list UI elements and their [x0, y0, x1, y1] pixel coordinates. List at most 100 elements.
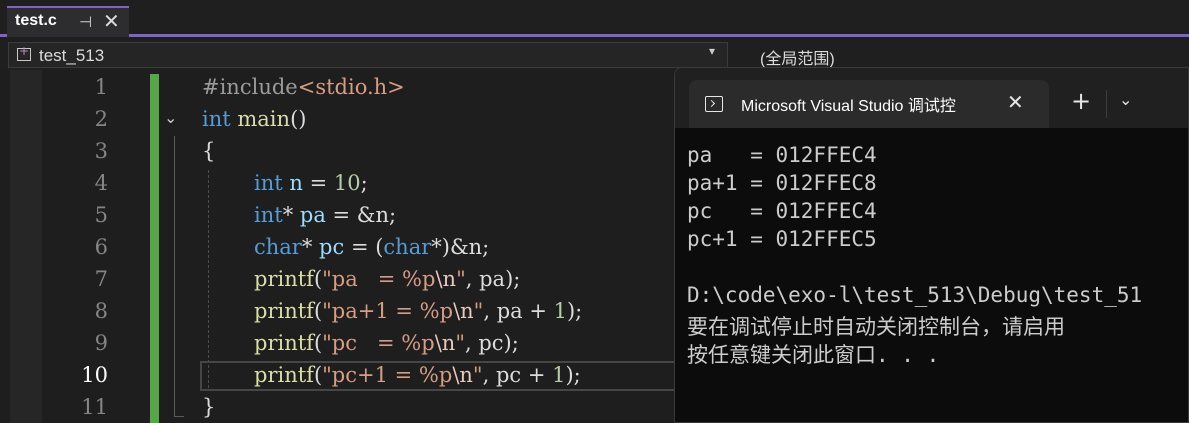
- console-title: Microsoft Visual Studio 调试控: [741, 98, 956, 115]
- project-dropdown[interactable]: test_513 ▾: [8, 42, 728, 68]
- variable: pc: [319, 235, 345, 259]
- code-text: =: [302, 171, 334, 195]
- code-text: *: [282, 203, 300, 227]
- function-name: printf: [254, 299, 314, 323]
- close-icon[interactable]: ✕: [103, 9, 120, 33]
- line-number: 7: [94, 267, 108, 291]
- project-name: test_513: [39, 46, 105, 65]
- code-text: (): [290, 107, 307, 131]
- code-line-7: printf("pa = %p\n", pa);: [254, 267, 520, 291]
- string-literal: ": [455, 331, 465, 355]
- code-line-5: int* pa = &n;: [254, 203, 396, 227]
- string-literal: ": [473, 299, 484, 323]
- glyph-margin: [10, 70, 42, 423]
- c-file-icon: [17, 44, 31, 61]
- keyword: char: [254, 235, 302, 259]
- document-tab-bar: test.c ⊣ ✕: [0, 0, 1189, 37]
- code-text: (: [313, 331, 323, 355]
- code-line-2: int main(): [202, 107, 306, 131]
- code-line-3: {: [202, 139, 215, 163]
- change-indicator-bar: [150, 74, 159, 423]
- new-tab-button[interactable]: +: [1071, 87, 1091, 115]
- function-name: printf: [254, 331, 314, 355]
- scope-guide-end: [174, 416, 184, 417]
- code-text: , pa +: [483, 299, 554, 323]
- fold-chevron-icon[interactable]: ⌄: [164, 108, 177, 127]
- code-text: *)&n;: [431, 235, 490, 259]
- string-literal: "pc = %p: [322, 331, 435, 355]
- tab-test-c[interactable]: test.c ⊣ ✕: [7, 6, 129, 37]
- console-output-line: 要在调试停止时自动关闭控制台，请启用: [687, 315, 1065, 339]
- include-header: <stdio.h>: [297, 75, 405, 99]
- line-number: 9: [94, 331, 108, 355]
- line-number: 6: [94, 235, 108, 259]
- line-number: 2: [94, 107, 108, 131]
- string-literal: "pc+1 = %p: [322, 363, 453, 387]
- console-output-line: pc = 012FFEC4: [687, 199, 877, 223]
- preprocessor: #include: [202, 75, 298, 99]
- indent-guide: [208, 170, 210, 388]
- code-line-4: int n = 10;: [254, 171, 368, 195]
- escape-sequence: \n: [435, 267, 457, 291]
- scope-guide: [174, 136, 176, 416]
- pin-icon[interactable]: ⊣: [79, 13, 92, 31]
- console-output-line: D:\code\exo-l\test_513\Debug\test_51: [687, 283, 1143, 307]
- divider: [1106, 90, 1107, 118]
- console-output-line: pc+1 = 012FFEC5: [687, 227, 877, 251]
- line-number: 4: [94, 171, 108, 195]
- console-tab[interactable]: Microsoft Visual Studio 调试控 ✕: [689, 80, 1049, 128]
- code-text: (: [313, 299, 323, 323]
- scope-dropdown[interactable]: (全局范围): [760, 45, 835, 69]
- line-number: 3: [94, 139, 108, 163]
- code-text: }: [202, 395, 216, 419]
- code-line-1: #include<stdio.h>: [202, 75, 405, 99]
- console-output-line: pa = 012FFEC4: [687, 143, 877, 167]
- code-line-10: printf("pc+1 = %p\n", pc + 1);: [254, 363, 581, 387]
- code-text: ;: [360, 171, 368, 195]
- terminal-icon: [705, 96, 723, 112]
- code-text: , pa);: [465, 267, 521, 291]
- keyword: char: [383, 235, 432, 259]
- line-number-active: 10: [81, 363, 108, 387]
- close-icon[interactable]: ✕: [1007, 90, 1024, 114]
- string-literal: "pa = %p: [322, 267, 436, 291]
- number: 1: [553, 299, 567, 323]
- line-number: 5: [94, 203, 108, 227]
- code-text: , pc);: [464, 331, 519, 355]
- variable: n: [282, 171, 303, 195]
- code-text: {: [202, 139, 216, 163]
- number: 10: [333, 171, 361, 195]
- chevron-down-icon[interactable]: ▾: [709, 44, 715, 58]
- escape-sequence: \n: [453, 299, 474, 323]
- string-literal: ": [472, 363, 483, 387]
- console-titlebar[interactable]: Microsoft Visual Studio 调试控 ✕ + ⌄: [675, 68, 1188, 128]
- code-text: (: [313, 363, 323, 387]
- line-number: 1: [94, 75, 108, 99]
- keyword: int: [202, 107, 231, 131]
- console-output-line: pa+1 = 012FFEC8: [687, 171, 877, 195]
- code-line-11: }: [202, 395, 215, 419]
- code-text: = &n;: [325, 203, 397, 227]
- chevron-down-icon[interactable]: ⌄: [1119, 90, 1132, 109]
- function-name: printf: [254, 267, 314, 291]
- code-text: *: [301, 235, 320, 259]
- variable: pa: [299, 203, 326, 227]
- keyword: int: [254, 203, 283, 227]
- number: 1: [552, 363, 566, 387]
- console-output-line: 按任意键关闭此窗口. . .: [687, 343, 940, 367]
- navigation-bar: test_513 ▾ (全局范围): [0, 40, 1189, 70]
- function-name: main: [237, 107, 291, 131]
- code-line-9: printf("pc = %p\n", pc);: [254, 331, 519, 355]
- string-literal: ": [456, 267, 466, 291]
- function-name: printf: [254, 363, 314, 387]
- escape-sequence: \n: [434, 331, 456, 355]
- keyword: int: [254, 171, 283, 195]
- debug-console-window[interactable]: Microsoft Visual Studio 调试控 ✕ + ⌄ pa = 0…: [674, 67, 1189, 423]
- code-line-8: printf("pa+1 = %p\n", pa + 1);: [254, 299, 582, 323]
- code-line-6: char* pc = (char*)&n;: [254, 235, 489, 259]
- string-literal: "pa+1 = %p: [322, 299, 454, 323]
- code-text: );: [565, 363, 581, 387]
- code-text: );: [566, 299, 583, 323]
- line-number: 11: [81, 395, 108, 419]
- code-text: , pc +: [482, 363, 553, 387]
